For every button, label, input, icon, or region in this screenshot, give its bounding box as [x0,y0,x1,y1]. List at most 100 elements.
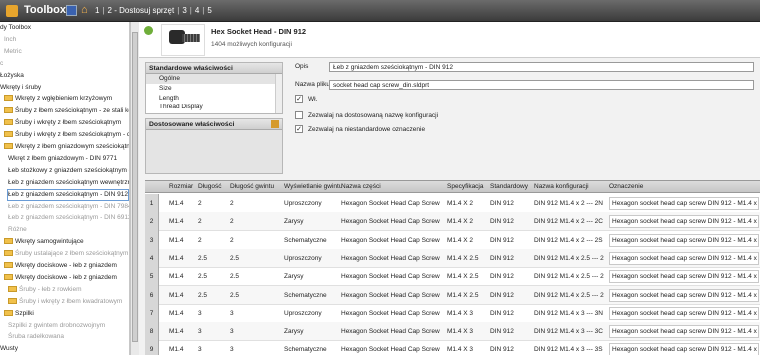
tree-item[interactable]: Metric [4,47,22,57]
tree-item[interactable]: Inch [4,35,16,45]
breadcrumb-step-2[interactable]: 2 - Dostosuj sprzęt [108,6,175,15]
table-row[interactable]: 1 M1.4 2 2 Uproszczony Hexagon Socket Head Ca… [145,194,760,213]
tree-scrollbar[interactable] [130,22,139,355]
tree-scrollbar-thumb[interactable] [132,32,138,342]
tree-item[interactable]: Szpilki [4,309,34,319]
std-prop-length[interactable]: Length [146,94,282,104]
tree-item[interactable]: Łeb stożkowy z gniazdem sześciokątnym - [8,166,129,176]
tree-item[interactable]: Łeb z gniazdem sześciokątnym - DIN 912 [7,188,129,201]
table-row[interactable]: 5 M1.4 2.5 2.5 Zarysy Hexagon Socket Head Cap… [145,267,760,287]
grid-header: Rozmiar Długość Długość gwintu Wyświetlanie… [145,181,760,193]
tree-item[interactable]: Łożyska [0,71,24,81]
std-prop-general[interactable]: Ogólne [146,74,282,84]
designation-field[interactable]: Hexagon socket head cap screw DIN 912 - … [609,306,759,320]
enabled-checkbox[interactable]: ✓ [295,95,303,103]
tree-item[interactable]: Śruby i wkręty z łbem kwadratowym [8,297,122,307]
add-property-icon[interactable] [271,120,279,128]
tree-item[interactable]: c [0,59,3,69]
pin-icon[interactable] [144,26,153,35]
home-icon[interactable]: ⌂ [81,4,92,16]
custom-config-name-label: Zezwalaj na dostosowaną nazwę konfigurac… [308,112,439,119]
row-number[interactable]: 2 [145,212,159,232]
designation-field[interactable]: Hexagon socket head cap screw DIN 912 - … [609,215,759,229]
breadcrumb-step-3[interactable]: 3 [182,6,186,15]
table-row[interactable]: 2 M1.4 2 2 Zarysy Hexagon Socket Head Cap Scr… [145,212,760,232]
tree-item[interactable]: Śruby z łbem sześciokątnym - ze stali ko… [4,106,130,116]
std-prop-size[interactable]: Size [146,84,282,94]
designation-field[interactable]: Hexagon socket head cap screw DIN 912 - … [609,197,759,210]
folder-icon [4,107,13,114]
tree-item[interactable]: Wusty [0,344,18,354]
designation-field[interactable]: Hexagon socket head cap screw DIN 912 - … [609,325,759,339]
row-number[interactable]: 1 [145,194,159,213]
tree-item[interactable]: Śruby i wkręty z łbem sześciokątnym [4,118,121,128]
custom-designation-checkbox[interactable]: ✓ [295,125,303,133]
std-prop-thread-display[interactable]: Thread Display [146,104,282,110]
screw-shank-image [182,34,200,42]
tree-item[interactable]: Łeb z gniazdem sześciokątnym wewnętrznym… [8,178,129,188]
tree-item[interactable]: Łeb z gniazdem sześciokątnym - DIN 7984 [8,202,129,212]
row-number[interactable]: 9 [145,340,159,355]
designation-field[interactable]: Hexagon socket head cap screw DIN 912 - … [609,288,759,302]
custom-config-name-checkbox[interactable] [295,111,303,119]
table-cell: 2.5 [198,254,208,262]
grid-column-header[interactable]: Standardowy [490,181,528,193]
grid-column-header[interactable]: Nazwa części [341,181,381,193]
table-cell: DIN 912 [490,291,514,299]
tree-item[interactable]: Wkręty samogwintujące [4,237,84,247]
table-row[interactable]: 9 M1.4 3 3 Schematyczne Hexagon Socket Head C… [145,340,760,355]
designation-field[interactable]: Hexagon socket head cap screw DIN 912 - … [609,251,759,265]
grid-column-header[interactable]: Oznaczenie [609,181,643,193]
tree-item[interactable]: Wkręty dociskowe - łeb z gniazdem [4,261,117,271]
tree-item[interactable]: dy Toolbox [0,23,31,33]
grid-column-header[interactable]: Długość gwintu [230,181,274,193]
row-number[interactable]: 4 [145,248,159,268]
grid-column-header[interactable]: Nazwa konfiguracji [534,181,589,193]
tree-item[interactable]: Wkręty z łbem gniazdowym sześciokątnym [4,142,129,152]
tree-item-label: Szpilki [15,309,34,317]
table-row[interactable]: 7 M1.4 3 3 Uproszczony Hexagon Socket Head Ca… [145,303,760,323]
tree-item[interactable]: Śruba radełkowana [8,332,64,342]
grid-column-header[interactable]: Wyświetlanie gwintu [284,181,342,193]
row-number[interactable]: 6 [145,285,159,305]
row-number[interactable]: 8 [145,322,159,342]
filename-field[interactable]: socket head cap screw_din.sldprt [329,80,754,90]
description-label: Opis [295,63,309,70]
designation-field[interactable]: Hexagon socket head cap screw DIN 912 - … [609,233,759,247]
std-props-scrollbar[interactable] [275,74,282,113]
tree-item[interactable]: Śruby i wkręty z łbem sześciokątnym - dr… [4,130,129,140]
tree-item-label: Śruby z łbem sześciokątnym - ze stali ko… [15,107,130,115]
table-row[interactable]: 3 M1.4 2 2 Schematyczne Hexagon Socket Head C… [145,230,760,250]
save-icon[interactable] [66,5,77,16]
tree-item[interactable]: Śruby - łeb z rowkiem [8,285,82,295]
table-row[interactable]: 6 M1.4 2.5 2.5 Schematyczne Hexagon Socket He… [145,285,760,305]
designation-field[interactable]: Hexagon socket head cap screw DIN 912 - … [609,270,759,284]
grid-column-header[interactable]: Długość [198,181,221,193]
tree-item[interactable]: Szpilki z gwintem drobnozwojnym [8,321,105,331]
tree-item-label: Łożyska [0,71,24,79]
tree-item[interactable]: Wkręt z łbem gniazdowym - DIN 9771 [8,154,117,164]
custom-designation-label: Zezwalaj na niestandardowe oznaczenie [308,126,426,133]
row-number[interactable]: 3 [145,230,159,250]
tree-item-label: Śruby i wkręty z łbem sześciokątnym [15,119,122,127]
tree-item[interactable]: Łeb z gniazdem sześciokątnym - DIN 6912 [8,213,129,223]
configuration-count: 1404 możliwych konfiguracji [211,41,292,48]
tree-item[interactable]: Śruby ustalające z łbem sześciokątnym [4,249,128,259]
description-field[interactable]: Łeb z gniazdem sześciokątnym - DIN 912 [329,62,754,72]
grid-column-header[interactable]: Specyfikacja [447,181,484,193]
table-row[interactable]: 4 M1.4 2.5 2.5 Uproszczony Hexagon Socket Hea… [145,248,760,268]
tree-item[interactable]: Różne [8,225,27,235]
part-header: Hex Socket Head - DIN 912 1404 możliwych… [139,22,760,58]
table-row[interactable]: 8 M1.4 3 3 Zarysy Hexagon Socket Head Cap Scr… [145,322,760,342]
tree-item[interactable]: Wkręty dociskowe - łeb z gniazdem [4,273,117,283]
tree-item[interactable]: Wkręty i śruby [0,83,41,93]
designation-field[interactable]: Hexagon socket head cap screw DIN 912 - … [609,343,759,355]
breadcrumb-step-4[interactable]: 4 [195,6,199,15]
breadcrumb-step-5[interactable]: 5 [207,6,211,15]
tree-item[interactable]: Wkręty z wgłębieniem krzyżowym [4,94,112,104]
folder-icon [4,262,13,268]
breadcrumb-step-1[interactable]: 1 [95,6,99,15]
grid-column-header[interactable]: Rozmiar [169,181,193,193]
row-number[interactable]: 5 [145,267,159,287]
row-number[interactable]: 7 [145,303,159,323]
